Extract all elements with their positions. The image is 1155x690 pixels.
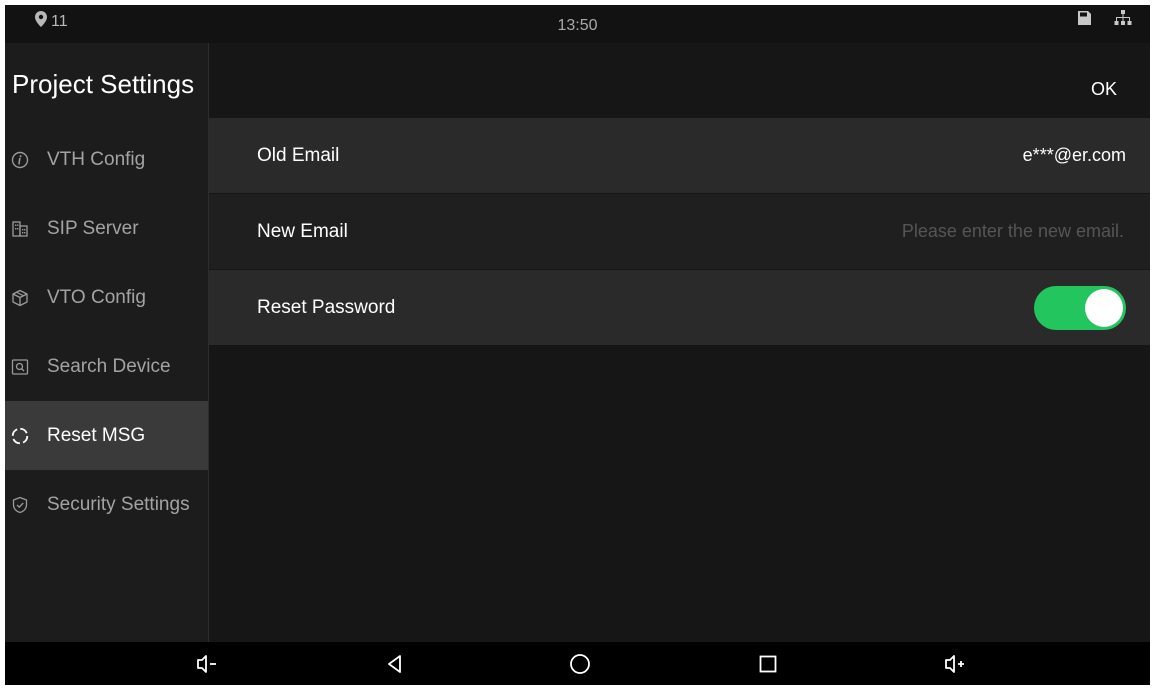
new-email-input[interactable]	[762, 215, 1126, 248]
sidebar-item-reset-msg[interactable]: Reset MSG	[5, 401, 208, 470]
shield-icon	[10, 495, 30, 515]
sidebar-item-label: Search Device	[47, 355, 171, 377]
sidebar-item-security-settings[interactable]: Security Settings	[5, 470, 208, 539]
sidebar-item-label: Reset MSG	[47, 424, 146, 446]
new-email-row[interactable]: New Email	[209, 194, 1150, 269]
network-icon	[1114, 10, 1132, 31]
sidebar-item-label: VTO Config	[47, 286, 146, 308]
sidebar-item-label: Security Settings	[47, 493, 190, 515]
building-icon	[10, 219, 30, 239]
search-device-icon	[10, 357, 30, 377]
ok-button[interactable]: OK	[1091, 79, 1117, 100]
toggle-knob	[1085, 288, 1123, 327]
main-panel: OK Old Email e***@er.com New Email Reset…	[209, 43, 1150, 642]
sidebar-item-sip-server[interactable]: SIP Server	[5, 194, 208, 263]
status-time: 13:50	[557, 17, 598, 34]
device-screen: 11 13:50 Project Settings VTH Config SIP…	[5, 5, 1150, 685]
reset-icon	[10, 426, 30, 446]
reset-password-row: Reset Password	[209, 270, 1150, 345]
old-email-row: Old Email e***@er.com	[209, 118, 1150, 193]
navigation-bar	[5, 642, 1150, 685]
info-icon	[10, 150, 30, 170]
new-email-label: New Email	[257, 220, 348, 242]
reset-password-toggle[interactable]	[1034, 285, 1126, 330]
sidebar-item-vto-config[interactable]: VTO Config	[5, 263, 208, 332]
page-title: Project Settings	[12, 69, 195, 99]
status-right	[1076, 10, 1132, 31]
volume-down-icon[interactable]	[194, 652, 220, 676]
sidebar-item-label: SIP Server	[47, 217, 139, 239]
back-icon[interactable]	[382, 652, 408, 676]
sidebar-item-label: VTH Config	[47, 148, 146, 170]
sidebar-item-search-device[interactable]: Search Device	[5, 332, 208, 401]
volume-up-icon[interactable]	[942, 652, 968, 676]
home-icon[interactable]	[567, 652, 593, 676]
sidebar: Project Settings VTH Config SIP Server V…	[5, 43, 209, 642]
recents-icon[interactable]	[755, 652, 781, 676]
status-bar: 11 13:50	[5, 5, 1150, 43]
reset-password-label: Reset Password	[257, 296, 396, 318]
sd-card-icon	[1076, 10, 1092, 31]
old-email-label: Old Email	[257, 144, 340, 166]
old-email-value: e***@er.com	[1022, 145, 1126, 165]
sidebar-item-vth-config[interactable]: VTH Config	[5, 125, 208, 194]
cube-icon	[10, 288, 30, 308]
